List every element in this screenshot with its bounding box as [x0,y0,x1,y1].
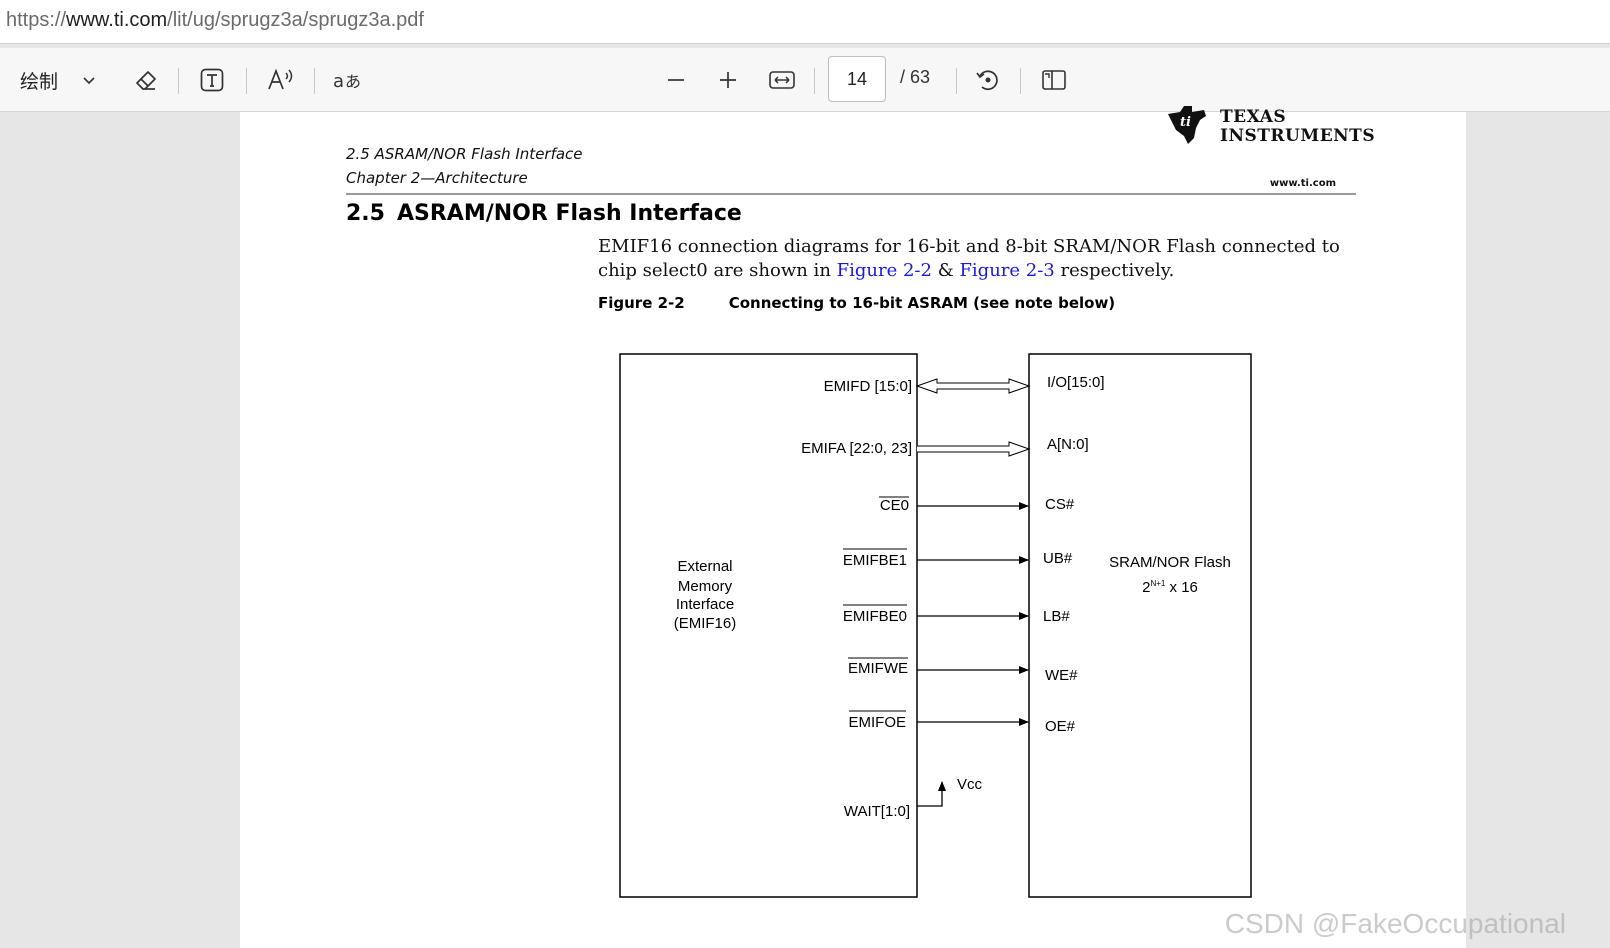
address-bar[interactable]: https://www.ti.com/lit/ug/sprugz3a/sprug… [0,0,1610,44]
toolbar-separator [1020,68,1021,94]
chevron-down-icon[interactable] [76,48,102,112]
connection-diagram: External Memory Interface (EMIF16) SRAM/… [619,353,1252,898]
sram-size-label: 2N+1 x 16 [1142,579,1198,596]
zoom-in-icon[interactable] [712,48,744,112]
signal-right-oe: OE# [1045,718,1076,735]
signal-left-emifwe: EMIFWE [848,660,908,677]
toolbar-separator [246,68,247,94]
signal-right-address: A[N:0] [1047,436,1089,453]
rotate-icon[interactable] [970,48,1006,112]
page-view-icon[interactable] [1036,48,1072,112]
emif16-label-line4: (EMIF16) [674,615,737,632]
zoom-out-icon[interactable] [660,48,692,112]
sram-nor-flash-label: SRAM/NOR Flash [1109,554,1231,571]
emif16-label-line2: Memory [678,578,733,595]
emif16-label-line1: External [677,558,732,575]
signal-left-emifbe0: EMIFBE0 [843,608,907,625]
csdn-watermark: CSDN @FakeOccupational [1224,908,1566,939]
signal-right-cs: CS# [1045,496,1075,513]
svg-text:あ: あ [345,72,361,91]
draw-button[interactable]: 绘制 [16,48,62,112]
fit-width-icon[interactable] [764,48,800,112]
toolbar-separator [314,68,315,94]
pdf-toolbar: 绘制 aあ / 63 [0,48,1610,112]
signal-right-io: I/O[15:0] [1047,374,1105,391]
toolbar-separator [814,68,815,94]
signal-left-emifd: EMIFD [15:0] [824,378,912,395]
signal-left-ce0: CE0 [880,497,909,514]
emif16-label-line3: Interface [676,596,734,613]
draw-label: 绘制 [19,70,58,93]
pdf-page: ti TEXAS INSTRUMENTS 2.5 ASRAM/NOR Flash… [240,106,1466,948]
signal-left-emifa: EMIFA [22:0, 23] [801,440,912,457]
wait-label: WAIT[1:0] [844,803,910,820]
signal-right-we: WE# [1045,667,1078,684]
read-aloud-icon[interactable] [262,48,300,112]
signal-left-emifoe: EMIFOE [848,714,906,731]
url-text[interactable]: https://www.ti.com/lit/ug/sprugz3a/sprug… [6,9,424,32]
signal-right-ub: UB# [1043,550,1073,567]
toolbar-separator [178,68,179,94]
svg-text:a: a [333,71,344,92]
signal-right-lb: LB# [1043,608,1070,625]
text-box-icon[interactable] [194,48,230,112]
page-total: / 63 [900,67,931,87]
toolbar-separator [956,68,957,94]
translate-icon[interactable]: aあ [330,48,366,112]
eraser-icon[interactable] [128,48,164,112]
address-bus-arrow [917,441,1031,457]
data-bus-arrow [915,378,1031,394]
page-number-input[interactable] [828,56,886,102]
wait-pullup-arrow [917,781,946,807]
vcc-label: Vcc [957,776,983,793]
signal-left-emifbe1: EMIFBE1 [843,552,907,569]
